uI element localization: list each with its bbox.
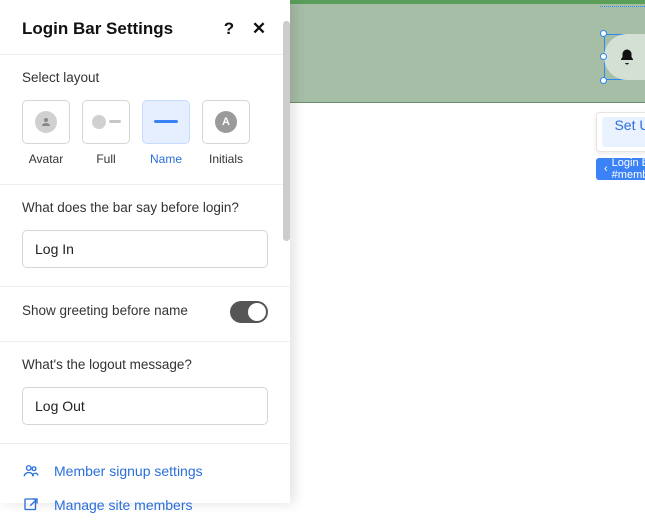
help-button[interactable]: ?	[218, 18, 240, 40]
canvas: Lisa Harrison Set Up Login Bar 👆	[290, 0, 645, 503]
login-bar-element[interactable]: Lisa Harrison	[604, 34, 645, 80]
avatar-icon	[35, 111, 57, 133]
bell-icon	[618, 48, 636, 66]
layout-section: Select layout Avatar Full Name A Initial…	[0, 54, 290, 184]
resize-handle[interactable]	[600, 53, 607, 60]
breadcrumb-label: Login Bar #membersLoginBar4	[612, 157, 645, 181]
canvas-header-strip	[290, 0, 645, 103]
greeting-toggle[interactable]	[230, 301, 268, 323]
layout-option-initials[interactable]: A Initials	[202, 100, 250, 166]
before-login-section: What does the bar say before login?	[0, 184, 290, 286]
layout-option-label: Name	[150, 152, 182, 166]
help-icon: ?	[224, 19, 234, 39]
resize-handle[interactable]	[600, 30, 607, 37]
setup-login-bar-button[interactable]: Set Up Login Bar	[602, 117, 645, 147]
layout-option-label: Avatar	[29, 152, 63, 166]
manage-members-label: Manage site members	[54, 497, 193, 513]
external-link-icon	[22, 496, 40, 514]
initials-icon: A	[215, 111, 237, 133]
members-icon	[22, 462, 40, 480]
logout-section: What's the logout message?	[0, 341, 290, 443]
layout-option-full[interactable]: Full	[82, 100, 130, 166]
member-signup-link[interactable]: Member signup settings	[0, 454, 290, 488]
layout-option-label: Initials	[209, 152, 243, 166]
panel-footer: Member signup settings Manage site membe…	[0, 443, 290, 532]
before-login-label: What does the bar say before login?	[22, 199, 268, 218]
scrollbar-thumb[interactable]	[283, 21, 290, 241]
layout-option-label: Full	[96, 152, 115, 166]
logout-label: What's the logout message?	[22, 356, 268, 375]
before-login-input[interactable]	[22, 230, 268, 268]
selection-frame[interactable]: Lisa Harrison	[604, 34, 645, 80]
logout-input[interactable]	[22, 387, 268, 425]
layout-option-name[interactable]: Name	[142, 100, 190, 166]
greeting-label: Show greeting before name	[22, 302, 188, 321]
settings-panel: Login Bar Settings ? ✕ Select layout Ava…	[0, 0, 290, 503]
full-layout-icon	[92, 115, 121, 129]
manage-members-link[interactable]: Manage site members	[0, 488, 290, 522]
resize-handle[interactable]	[600, 77, 607, 84]
chevron-left-icon: ‹	[604, 163, 608, 175]
element-breadcrumb[interactable]: ‹ Login Bar #membersLoginBar4	[596, 158, 645, 180]
layout-option-avatar[interactable]: Avatar	[22, 100, 70, 166]
panel-header: Login Bar Settings ? ✕	[0, 0, 290, 54]
greeting-section: Show greeting before name	[0, 286, 290, 341]
member-signup-label: Member signup settings	[54, 463, 203, 479]
layout-section-label: Select layout	[22, 69, 268, 88]
close-icon: ✕	[252, 19, 266, 39]
panel-title: Login Bar Settings	[22, 19, 210, 39]
name-layout-icon	[154, 120, 178, 123]
close-button[interactable]: ✕	[248, 18, 270, 40]
element-toolbar: Set Up Login Bar 👆	[596, 112, 645, 152]
alignment-guide-top	[600, 6, 645, 7]
